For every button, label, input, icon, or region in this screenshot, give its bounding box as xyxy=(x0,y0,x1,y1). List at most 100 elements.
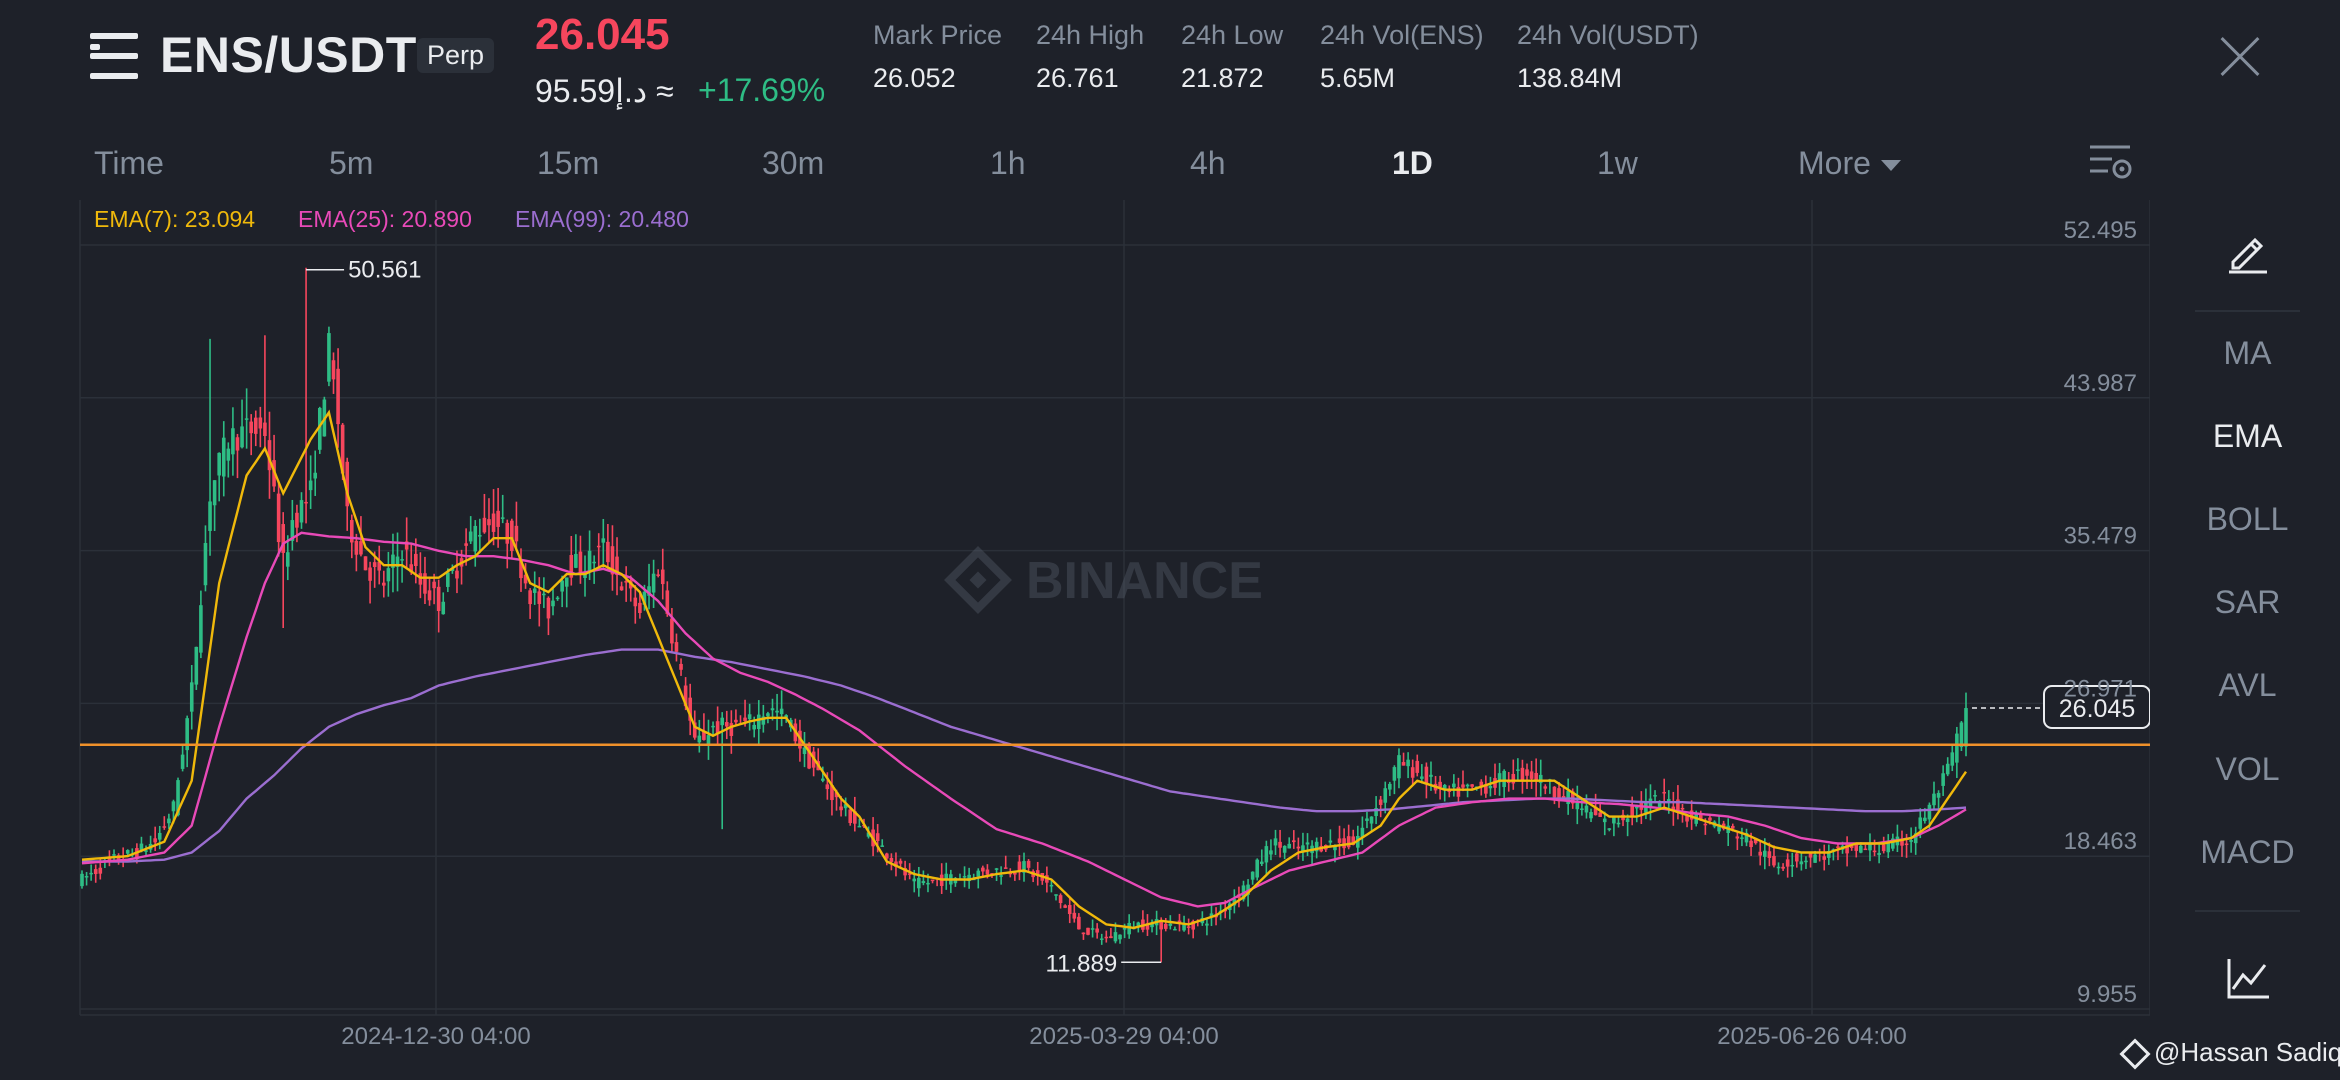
candle-body xyxy=(194,646,199,685)
candle-body xyxy=(1941,773,1945,786)
candle-body xyxy=(1653,795,1657,797)
candle-body xyxy=(994,868,999,870)
candle-body xyxy=(1054,894,1058,896)
candle-body xyxy=(208,501,212,531)
candle-body xyxy=(848,809,853,824)
menu-icon[interactable] xyxy=(90,33,138,79)
candle-body xyxy=(1365,818,1369,821)
candle-body xyxy=(221,437,226,477)
candle-body xyxy=(1863,848,1868,851)
candle-body xyxy=(917,877,921,889)
candle-body xyxy=(825,784,830,790)
candle-body xyxy=(125,850,130,854)
candle-body xyxy=(619,586,624,591)
candle-body xyxy=(304,501,308,504)
candle-body xyxy=(1388,783,1392,790)
candle-body xyxy=(446,572,450,587)
candle-body xyxy=(1964,708,1968,747)
candle-body xyxy=(1182,924,1186,931)
indicator-vol[interactable]: VOL xyxy=(2195,751,2300,788)
candle-body xyxy=(1511,773,1516,784)
candle-body xyxy=(999,875,1003,877)
candle-body xyxy=(80,873,84,887)
candle-body xyxy=(743,717,747,721)
candle-body xyxy=(1543,786,1548,789)
tab-1h[interactable]: 1h xyxy=(990,145,1026,182)
tab-5m[interactable]: 5m xyxy=(329,145,373,182)
tab-time[interactable]: Time xyxy=(94,145,164,182)
candle-body xyxy=(436,586,441,612)
candle-body xyxy=(1813,854,1817,863)
candle-body xyxy=(1749,840,1753,848)
candle-body xyxy=(1662,791,1666,794)
draw-tool-icon[interactable] xyxy=(2225,228,2271,274)
candle-body xyxy=(1552,786,1557,798)
chart-settings-icon[interactable] xyxy=(2088,143,2132,183)
tab-more[interactable]: More xyxy=(1798,145,1901,182)
candle-body xyxy=(820,778,825,781)
candle-body xyxy=(542,593,546,596)
indicator-sar[interactable]: SAR xyxy=(2195,584,2300,621)
candle-body xyxy=(464,543,468,546)
candle-body xyxy=(1767,851,1772,858)
candle-body xyxy=(1881,844,1886,852)
candle-body xyxy=(427,590,432,601)
interval-tabs: Time 5m 15m 30m 1h 4h 1D 1w More xyxy=(0,135,2150,195)
candle-body xyxy=(775,710,779,713)
last-price: 26.045 xyxy=(535,10,670,59)
candle-body xyxy=(857,825,862,828)
candle-body xyxy=(1067,905,1072,915)
tab-1w[interactable]: 1w xyxy=(1597,145,1638,182)
indicator-ma[interactable]: MA xyxy=(2195,335,2300,372)
candle-body xyxy=(921,881,926,884)
candle-body xyxy=(1868,844,1872,851)
candle-body xyxy=(1927,804,1932,820)
x-tick-label: 2024-12-30 04:00 xyxy=(341,1023,531,1050)
candle-body xyxy=(930,879,935,882)
indicator-boll[interactable]: BOLL xyxy=(2195,501,2300,538)
indicator-macd[interactable]: MACD xyxy=(2195,834,2300,871)
tab-more-label: More xyxy=(1798,145,1871,181)
candle-body xyxy=(596,545,601,548)
candle-body xyxy=(656,574,660,576)
candle-body xyxy=(532,588,537,593)
candle-body xyxy=(1095,928,1099,933)
candle-body xyxy=(299,500,304,523)
caret-down-icon xyxy=(1880,160,1901,172)
candle-body xyxy=(1470,784,1474,787)
candle-body xyxy=(203,543,208,586)
tab-30m[interactable]: 30m xyxy=(762,145,824,182)
candle-body xyxy=(1630,805,1634,817)
candle-body xyxy=(1291,840,1296,843)
candle-body xyxy=(231,428,235,455)
pair-title[interactable]: ENS/USDT xyxy=(160,26,417,84)
candle-body xyxy=(1058,895,1063,903)
indicator-avl[interactable]: AVL xyxy=(2195,667,2300,704)
candle-body xyxy=(592,561,596,564)
tab-15m[interactable]: 15m xyxy=(537,145,599,182)
candle-body xyxy=(473,525,478,552)
candle-body xyxy=(1708,817,1712,821)
candle-body xyxy=(1342,838,1346,849)
candle-body xyxy=(84,876,89,878)
high-label: 50.561 xyxy=(348,257,421,284)
candle-body xyxy=(528,590,532,605)
indicator-legend: EMA(7): 23.094 EMA(25): 20.890 EMA(99): … xyxy=(94,206,689,232)
candle-body xyxy=(510,520,514,551)
candle-body xyxy=(1328,840,1333,843)
candle-body xyxy=(1502,770,1506,788)
tab-4h[interactable]: 4h xyxy=(1190,145,1226,182)
candle-body xyxy=(674,642,679,652)
line-chart-icon[interactable] xyxy=(2225,955,2271,1001)
candle-body xyxy=(496,510,500,527)
ticker-header: ENS/USDT Perp 26.045 95.59د.إ ≈ +17.69% … xyxy=(0,0,2340,130)
candle-body xyxy=(711,725,715,728)
candle-body xyxy=(331,360,336,380)
candlestick-chart[interactable]: EMA(7): 23.094 EMA(25): 20.890 EMA(99): … xyxy=(0,190,2150,1080)
candle-body xyxy=(1918,817,1923,829)
candle-body xyxy=(766,713,770,717)
close-icon[interactable] xyxy=(2218,35,2262,79)
tab-1d[interactable]: 1D xyxy=(1392,145,1433,182)
indicator-ema[interactable]: EMA xyxy=(2195,418,2300,455)
y-tick-label: 26.971 xyxy=(2064,675,2137,702)
